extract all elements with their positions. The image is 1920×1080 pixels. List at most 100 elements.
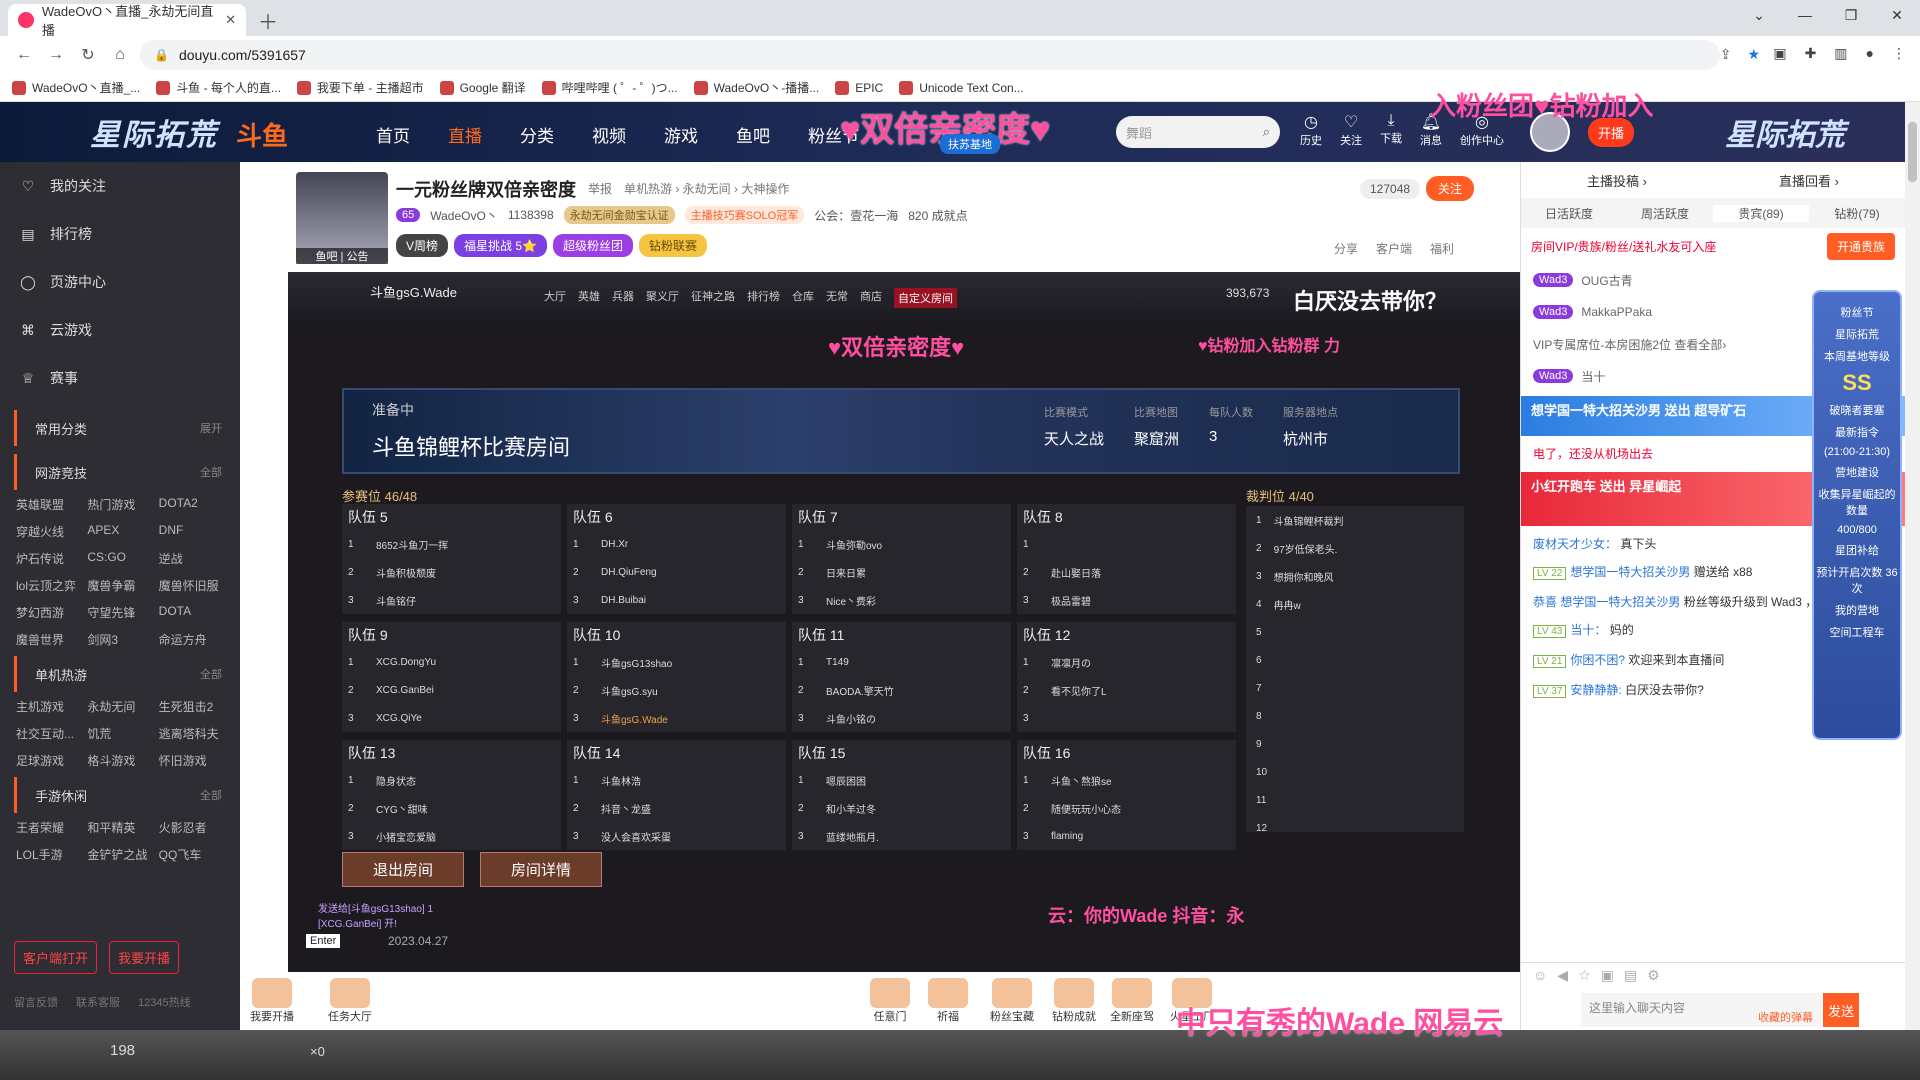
replay-link[interactable]: 直播回看 › — [1779, 171, 1839, 190]
follow-button[interactable]: ♡ 关注 — [1340, 112, 1362, 148]
category-link[interactable]: 穿越火线 — [16, 523, 87, 540]
bookmark-item[interactable]: EPIC — [835, 80, 883, 95]
category-link[interactable]: 金铲铲之战 — [87, 846, 158, 863]
category-link[interactable]: 梦幻西游 — [16, 604, 87, 621]
star-icon[interactable]: ☆ — [1578, 967, 1591, 985]
report-link[interactable]: 举报 — [588, 180, 612, 197]
bottom-bar-item[interactable]: 钻粉成就 — [1052, 978, 1096, 1024]
gift-icon[interactable]: ▤ — [1624, 967, 1637, 985]
nav-video[interactable]: 视频 — [592, 122, 626, 147]
sidebar-item-follow[interactable]: ♡ 我的关注 — [0, 162, 240, 210]
chat-input[interactable]: 这里输入聊天内容 收藏的弹幕 — [1581, 993, 1821, 1027]
bottom-bar-item[interactable]: 祈福 — [928, 978, 968, 1024]
share-button[interactable]: 分享 — [1334, 240, 1358, 257]
lucky-challenge-badge[interactable]: 福星挑战 5⭐ — [454, 234, 547, 257]
menu-icon[interactable]: ⋮ — [1892, 45, 1906, 62]
category-link[interactable]: CS:GO — [87, 550, 158, 567]
bottom-bar-item[interactable]: 任务大厅 — [328, 978, 372, 1024]
breadcrumb[interactable]: 单机热游 › 永劫无间 › 大神操作 — [624, 180, 789, 197]
page-scrollbar[interactable] — [1905, 102, 1920, 1030]
url-field[interactable]: 🔒 douyu.com/5391657 — [140, 40, 1720, 70]
sidebar-item-webgame[interactable]: ◯ 页游中心 — [0, 258, 240, 306]
header-promo-right[interactable]: 入粉丝团♥钻粉加入 — [1430, 86, 1653, 123]
support-link[interactable]: 联系客服 — [76, 994, 120, 1010]
category-link[interactable]: 剑网3 — [87, 631, 158, 648]
sidepanel-icon[interactable]: ▥ — [1834, 45, 1847, 62]
nav-home[interactable]: 首页 — [376, 122, 410, 147]
bottom-bar-item[interactable]: 粉丝宝藏 — [990, 978, 1034, 1024]
bookmark-item[interactable]: 我要下单 - 主播超市 — [296, 79, 424, 96]
saved-danmu-button[interactable]: 收藏的弹幕 — [1758, 1009, 1813, 1025]
category-link[interactable]: LOL手游 — [16, 846, 87, 863]
section-more-link[interactable]: 全部 — [200, 666, 222, 682]
feedback-link[interactable]: 留言反馈 — [14, 994, 58, 1010]
home-icon[interactable]: ⌂ — [106, 46, 134, 64]
guild-text[interactable]: 公会：壹花一海 — [814, 207, 898, 224]
extension-icon[interactable]: ▣ — [1773, 45, 1786, 62]
tab-vip[interactable]: 贵宾(89) — [1713, 204, 1809, 222]
bottom-bar-item[interactable]: 我要开播 — [250, 978, 294, 1024]
bookmark-item[interactable]: Unicode Text Con... — [899, 80, 1024, 95]
open-noble-button[interactable]: 开通贵族 — [1826, 232, 1895, 260]
category-link[interactable]: DOTA — [159, 604, 230, 621]
anchor-posts-link[interactable]: 主播投稿 › — [1587, 171, 1647, 190]
category-link[interactable]: 英雄联盟 — [16, 496, 87, 513]
minimize-icon[interactable]: — — [1782, 0, 1828, 30]
search-input[interactable]: 舞蹈 ⌕ — [1116, 116, 1280, 148]
category-link[interactable]: QQ飞车 — [159, 846, 230, 863]
category-link[interactable]: 魔兽怀旧服 — [159, 577, 230, 594]
history-button[interactable]: ◷ 历史 — [1300, 112, 1322, 148]
tab-weekly[interactable]: 周活跃度 — [1617, 205, 1713, 222]
client-button[interactable]: 客户端 — [1376, 240, 1412, 257]
section-more-link[interactable]: 全部 — [200, 787, 222, 803]
new-tab-icon[interactable]: ＋ — [258, 6, 278, 35]
hotline-link[interactable]: 12345热线 — [138, 994, 191, 1010]
chat-user-name[interactable]: 恭喜 想学国一特大招关沙男 — [1533, 595, 1680, 609]
category-link[interactable]: 热门游戏 — [87, 496, 158, 513]
cert-badge[interactable]: 永劫无间金勋宝认证 — [563, 206, 675, 224]
back-icon[interactable]: ← — [10, 46, 38, 64]
category-link[interactable]: 饥荒 — [87, 725, 158, 742]
category-link[interactable]: lol云顶之弈 — [16, 577, 87, 594]
restore-icon[interactable]: ❐ — [1828, 0, 1874, 30]
tab-daily[interactable]: 日活跃度 — [1521, 205, 1617, 222]
achievement-text[interactable]: 820 成就点 — [908, 207, 967, 224]
avatar-tag[interactable]: 鱼吧 | 公告 — [296, 248, 388, 264]
nav-category[interactable]: 分类 — [520, 122, 554, 147]
bookmark-item[interactable]: WadeOvO丶-播播... — [693, 79, 819, 96]
sidebar-section-header[interactable]: 单机热游 全部 — [14, 656, 240, 692]
category-link[interactable]: 王者荣耀 — [16, 819, 87, 836]
chat-user-name[interactable]: 当十： — [1570, 623, 1606, 637]
close-tab-icon[interactable]: ✕ — [225, 12, 236, 28]
category-link[interactable]: 命运方舟 — [159, 631, 230, 648]
category-link[interactable]: 足球游戏 — [16, 752, 87, 769]
search-icon[interactable]: ⌕ — [1263, 124, 1270, 140]
send-button[interactable]: 发送 — [1823, 993, 1859, 1027]
sidebar-item-ranking[interactable]: ▤ 排行榜 — [0, 210, 240, 258]
category-link[interactable]: 火影忍者 — [159, 819, 230, 836]
sidebar-item-events[interactable]: ♕ 赛事 — [0, 354, 240, 402]
download-button[interactable]: ⤓ 下载 — [1380, 112, 1402, 148]
bookmark-item[interactable]: 哔哩哔哩 ( ゜- ゜)つ... — [541, 79, 678, 96]
diamond-league-badge[interactable]: 钻粉联赛 — [638, 234, 707, 257]
category-link[interactable]: 炉石传说 — [16, 550, 87, 567]
event-logo-right[interactable]: 星际拓荒 — [1725, 110, 1845, 154]
bottom-bar-item[interactable]: 任意门 — [870, 978, 910, 1024]
category-link[interactable]: 生死狙击2 — [159, 698, 230, 715]
category-link[interactable]: 魔兽争霸 — [87, 577, 158, 594]
fanfest-widget[interactable]: 粉丝节 星际拓荒 本周基地等级 SS 破晓者要塞 最新指令 (21:00-21:30) 营地建… — [1812, 290, 1902, 740]
chat-user-name[interactable]: 废材天才少女： — [1533, 537, 1617, 551]
start-live-side-button[interactable]: 我要开播 — [109, 941, 180, 974]
scrollbar-thumb[interactable] — [1908, 122, 1917, 182]
puzzle-icon[interactable]: ✚ — [1805, 45, 1817, 62]
bookmark-item[interactable]: Google 翻译 — [439, 79, 526, 96]
header-promo-sub[interactable]: 扶苏基地 — [940, 134, 1000, 154]
anchor-name[interactable]: WadeOvO丶 — [430, 207, 498, 224]
category-link[interactable]: 逆战 — [159, 550, 230, 567]
common-category-header[interactable]: 常用分类 展开 — [14, 410, 240, 446]
nav-yuba[interactable]: 鱼吧 — [736, 122, 770, 147]
chat-user-name[interactable]: 想学国一特大招关沙男 — [1570, 565, 1690, 579]
video-player[interactable]: 斗鱼gsG.Wade 大厅 英雄 兵器 聚义厅 征神之路 排行榜 仓库 无常 商店 自定义房间 3… — [288, 272, 1520, 972]
nav-live[interactable]: 直播 — [448, 122, 482, 147]
bookmark-star-icon[interactable]: ★ — [1747, 46, 1760, 63]
